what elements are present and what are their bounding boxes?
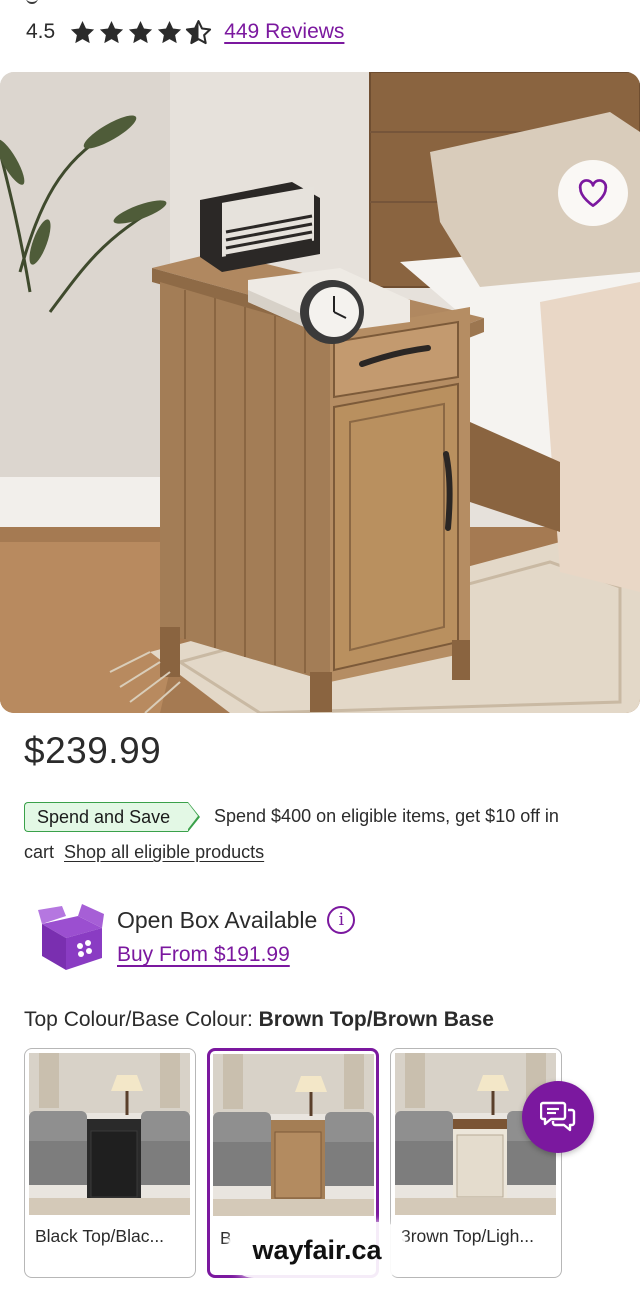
star-icon [129,20,153,43]
heart-outline-icon [578,179,608,208]
colour-option-caption: 3rown Top/Ligh... [401,1226,534,1246]
open-box-row: Open Box Available i [117,906,356,934]
open-box-title: Open Box Available [117,906,318,933]
chat-bubbles-icon [540,1101,576,1132]
partial-content-top [0,0,640,6]
colour-option-brown-light[interactable]: 3rown Top/Ligh... [390,1048,562,1278]
product-image-gallery[interactable] [0,72,640,713]
site-watermark: wayfair.ca [228,1222,406,1278]
reviews-link[interactable]: 449 Reviews [224,20,344,44]
promo-line-2: cart Shop all eligible products [24,842,264,863]
star-icon [71,20,95,43]
product-photo [0,72,640,713]
star-rating [69,19,212,46]
favorite-button[interactable] [558,160,628,226]
star-icon [158,20,182,43]
partial-glyph [26,0,38,4]
colour-thumbnail [213,1054,374,1216]
colour-selected-value: Brown Top/Brown Base [258,1008,494,1031]
promo-tag: Spend and Save [24,801,201,832]
shop-eligible-link[interactable]: Shop all eligible products [64,842,264,862]
star-half-icon [186,19,212,44]
promo-banner: Spend and Save Spend $400 on eligible it… [24,801,624,832]
promo-text-cont: cart [24,842,55,862]
product-price: $239.99 [24,730,162,771]
colour-label-text: Top Colour/Base Colour: [24,1008,253,1031]
info-icon[interactable]: i [327,906,356,934]
colour-option-caption: Black Top/Blac... [35,1226,165,1246]
promo-text: Spend $400 on eligible items, get $10 of… [214,806,559,826]
colour-option-black[interactable]: Black Top/Blac... [24,1048,196,1278]
open-box-link[interactable]: Buy From $191.99 [117,943,290,967]
rating-value: 4.5 [26,20,56,43]
rating-row: 4.5 449 Reviews [26,16,344,48]
star-icon [100,20,124,43]
colour-label: Top Colour/Base Colour: Brown Top/Brown … [24,1008,494,1032]
chat-button[interactable] [522,1081,594,1153]
open-box-icon [38,904,104,970]
colour-thumbnail [29,1053,190,1215]
